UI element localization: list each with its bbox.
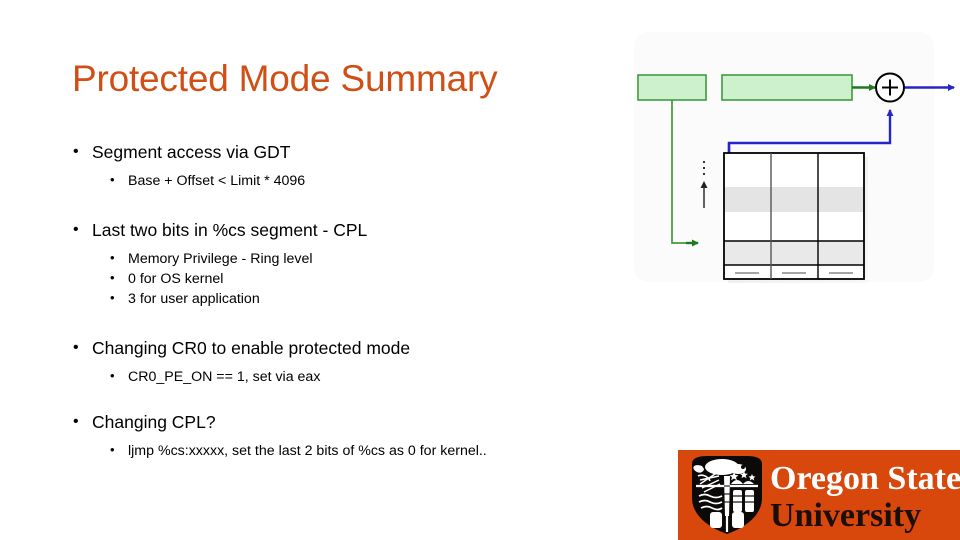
selector-box (637, 74, 707, 101)
bullet-level1: Segment access via GDT (66, 139, 626, 165)
scale-dot (702, 160, 706, 164)
osu-logo: Oregon State University (678, 450, 960, 540)
bullet-level1: Changing CR0 to enable protected mode (66, 335, 626, 361)
page-title: Protected Mode Summary (72, 58, 498, 99)
bullet-level2: Memory Privilege - Ring level (66, 248, 626, 269)
scale-up-arrowhead (700, 181, 708, 188)
bullet-level2: Base + Offset < Limit * 4096 (66, 170, 626, 191)
table-band (725, 187, 863, 212)
osu-wordmark: Oregon State University (770, 460, 960, 534)
bullet-level2: ljmp %cs:xxxxx, set the last 2 bits of %… (66, 440, 626, 461)
bullet-level2: 3 for user application (66, 288, 626, 309)
table-header-row (725, 241, 863, 265)
selector-to-table-path (671, 100, 692, 244)
osu-shield-icon (692, 456, 762, 534)
bullet-level2: CR0_PE_ON == 1, set via eax (66, 366, 626, 387)
bullet-list: Segment access via GDT Base + Offset < L… (66, 139, 626, 461)
bullet-group: Last two bits in %cs segment - CPL Memor… (66, 217, 626, 309)
bullet-group: Segment access via GDT Base + Offset < L… (66, 139, 626, 191)
segmentation-diagram: Logical Address 16 32 Selector Offset 32… (624, 30, 960, 290)
bullet-level1: Changing CPL? (66, 409, 626, 435)
bullet-level2: 0 for OS kernel (66, 268, 626, 289)
bullet-level1: Last two bits in %cs segment - CPL (66, 217, 626, 243)
osu-wordmark-line2: University (770, 497, 922, 534)
osu-wordmark-line1: Oregon State (770, 460, 960, 497)
bullet-group: Changing CR0 to enable protected mode CR… (66, 335, 626, 387)
diagram-svg (637, 72, 955, 283)
offset-box (721, 74, 853, 101)
bullet-group: Changing CPL? ljmp %cs:xxxxx, set the la… (66, 409, 626, 461)
scale-dot (702, 172, 706, 176)
scale-dot (702, 166, 706, 170)
